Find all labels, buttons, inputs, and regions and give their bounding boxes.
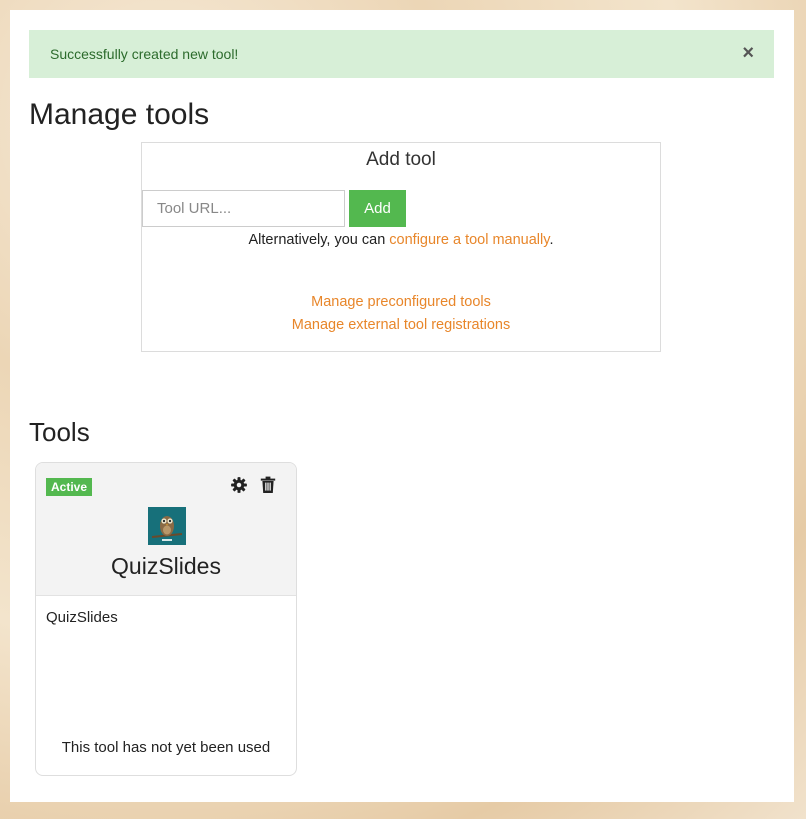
alternative-suffix: .	[549, 232, 554, 248]
alternative-prefix: Alternatively, you can	[248, 232, 390, 248]
configure-manually-link[interactable]: configure a tool manually	[389, 232, 549, 248]
manage-links: Manage preconfigured tools Manage extern…	[142, 291, 660, 337]
tool-description: QuizSlides	[46, 609, 118, 626]
add-tool-box: Add tool Add Alternatively, you can conf…	[141, 142, 661, 352]
status-badge: Active	[46, 478, 93, 496]
trash-icon[interactable]	[260, 476, 278, 494]
alternative-text: Alternatively, you can configure a tool …	[142, 232, 660, 248]
owl-logo-icon	[148, 507, 186, 545]
tools-heading: Tools	[29, 417, 90, 447]
tool-url-input[interactable]	[142, 190, 345, 227]
page-title: Manage tools	[29, 98, 210, 131]
add-button[interactable]: Add	[349, 190, 406, 227]
manage-preconfigured-tools-link[interactable]: Manage preconfigured tools	[142, 291, 660, 314]
tool-card-header: Active QuizSlides	[36, 463, 296, 596]
tool-usage-status: This tool has not yet been used	[61, 739, 271, 756]
gear-icon[interactable]	[230, 476, 248, 494]
close-icon[interactable]: ×	[742, 42, 754, 64]
manage-external-registrations-link[interactable]: Manage external tool registrations	[142, 314, 660, 337]
success-alert: Successfully created new tool! ×	[29, 30, 774, 78]
add-tool-title: Add tool	[366, 149, 436, 170]
tool-name: QuizSlides	[111, 553, 221, 579]
main-panel: Successfully created new tool! × Manage …	[10, 10, 794, 802]
tool-card[interactable]: Active QuizSlides QuizSlides This tool h…	[35, 462, 297, 776]
alert-message: Successfully created new tool!	[50, 46, 239, 62]
